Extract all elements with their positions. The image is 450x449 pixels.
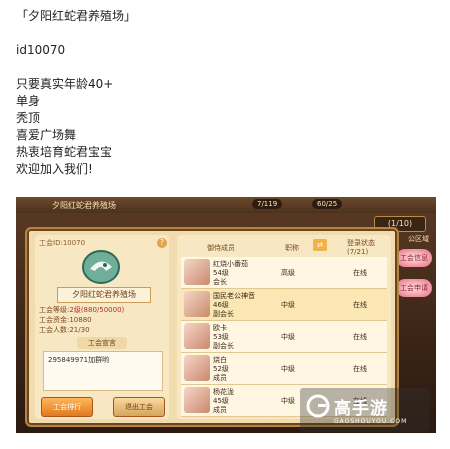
tab-guild-activity[interactable]: 工会活动: [270, 417, 294, 424]
guild-id: 工会ID:10070: [39, 239, 86, 247]
resource-counter-2: 60/25: [312, 199, 343, 209]
guild-name: 夕阳红蛇君养殖场: [57, 287, 151, 303]
member-role: 成员: [213, 406, 227, 414]
guild-apply-side-button[interactable]: 工会申请: [396, 279, 432, 297]
member-row[interactable]: 红烧小番茄 54级 会长 高级 在线: [181, 257, 387, 289]
post-text: 「夕阳红蛇君养殖场」 id10070 只要真实年龄40+ 单身 秃顶 喜爱广场舞…: [16, 8, 436, 178]
col-header-pos: 职称: [285, 244, 299, 252]
guild-emblem-icon: [82, 250, 120, 284]
member-status: 在线: [353, 333, 367, 341]
member-status: 在线: [353, 301, 367, 309]
col-header-name: 御侍成员: [207, 244, 235, 252]
member-role: 副会长: [213, 342, 234, 350]
member-position: 中级: [281, 397, 295, 405]
gaoshouyou-logo-icon: [306, 394, 330, 418]
avatar: [184, 355, 210, 381]
member-position: 高级: [281, 269, 295, 277]
help-icon[interactable]: ?: [157, 238, 167, 248]
watermark-cn: 高手游: [334, 399, 388, 419]
member-position: 中级: [281, 365, 295, 373]
guild-info-side-button[interactable]: 工会信息: [396, 249, 432, 267]
member-role: 副会长: [213, 310, 234, 318]
watermark-en: GAOSHOUYOU.COM: [334, 418, 408, 425]
guild-stats: 工会等级:2级(880/50000) 工会资金:10880 工会人数:21/30: [39, 305, 124, 335]
watermark: 高手游 GAOSHOUYOU.COM: [300, 388, 430, 432]
member-row[interactable]: 欧卡 53级 副会长 中级 在线: [181, 321, 387, 353]
notice-box: 295849971加群哟: [43, 351, 163, 391]
stat-fund: 工会资金:10880: [39, 316, 92, 324]
member-status: 在线: [353, 269, 367, 277]
member-row[interactable]: 烧白 52级 成员 中级 在线: [181, 353, 387, 385]
tab-guild-info[interactable]: 工会信息: [206, 417, 230, 424]
member-role: 会长: [213, 278, 227, 286]
top-guild-name: 夕阳红蛇君养殖场: [52, 201, 116, 210]
guild-rank-button[interactable]: 工会排行: [41, 397, 93, 417]
member-row[interactable]: 国民老公神音 46级 副会长 中级 在线: [181, 289, 387, 321]
post-line-age: 只要真实年龄40+: [16, 77, 114, 91]
resource-counter-1: 7/119: [252, 199, 283, 209]
avatar: [184, 323, 210, 349]
avatar: [184, 259, 210, 285]
stat-level-value: 2级(880/50000): [69, 306, 125, 314]
guild-info-panel: 工会ID:10070 ? 夕阳红蛇君养殖场 工会等级:2级(880/50000)…: [35, 235, 169, 419]
stat-members: 工会人数:21/30: [39, 326, 90, 334]
member-position: 中级: [281, 333, 295, 341]
leave-guild-button[interactable]: 退出工会: [113, 397, 165, 417]
notice-text: 295849971加群哟: [48, 356, 110, 364]
post-line-bald: 秃顶: [16, 111, 41, 125]
col-header-status-count: (7/21): [347, 248, 369, 256]
member-role: 成员: [213, 374, 227, 382]
tab-guild-rank[interactable]: 工会排行: [238, 417, 262, 424]
avatar: [184, 387, 210, 413]
top-bar: 夕阳红蛇君养殖场 7/119 60/25: [16, 197, 436, 213]
col-header-status: 登录状态 (7/21): [347, 238, 375, 256]
post-line-dance: 喜爱广场舞: [16, 128, 77, 142]
avatar: [184, 291, 210, 317]
side-area-label: 公区域: [408, 235, 429, 243]
notice-title: 工会宣言: [77, 337, 127, 349]
post-line-single: 单身: [16, 94, 41, 108]
sort-icon[interactable]: ⇄: [313, 239, 327, 251]
member-position: 中级: [281, 301, 295, 309]
member-status: 在线: [353, 365, 367, 373]
post-line-title: 「夕阳红蛇君养殖场」: [16, 9, 137, 23]
post-line-welcome: 欢迎加入我们!: [16, 162, 93, 176]
col-header-status-label: 登录状态: [347, 239, 375, 247]
post-line-id: id10070: [16, 43, 66, 57]
stat-level-label: 工会等级:: [39, 306, 70, 314]
post-line-breed: 热衷培育蛇君宝宝: [16, 145, 113, 159]
